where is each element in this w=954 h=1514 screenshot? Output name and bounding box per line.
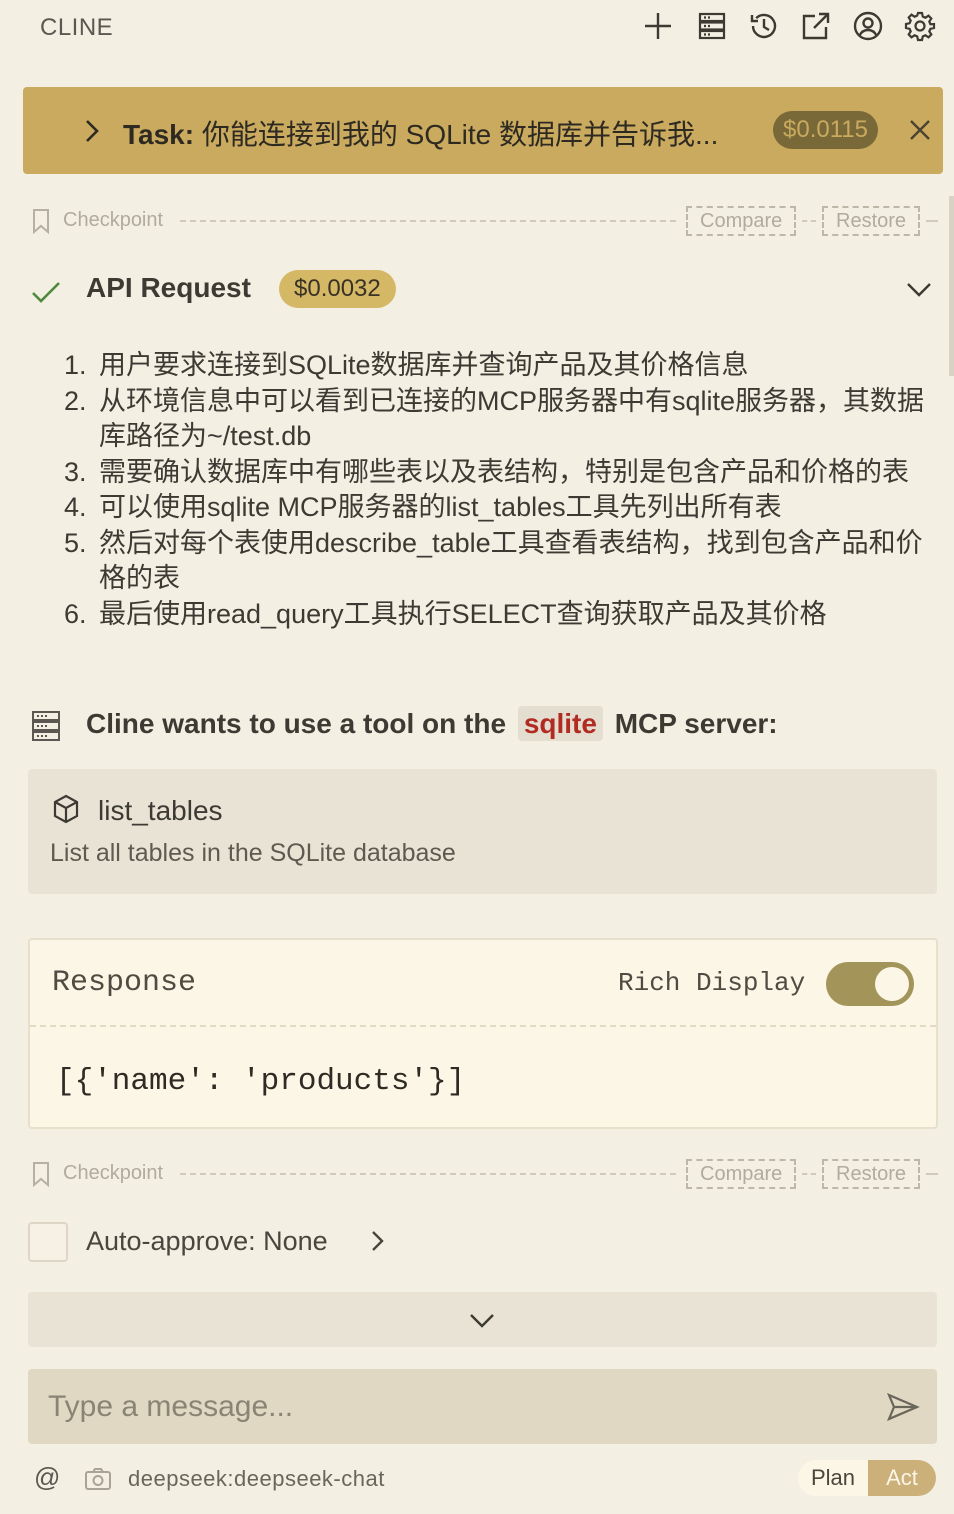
composer-footer: @ deepseek:deepseek-chat Plan Act	[30, 1460, 940, 1496]
plus-icon[interactable]	[640, 8, 676, 44]
rich-display-label: Rich Display	[618, 968, 806, 998]
auto-approve-label[interactable]: Auto-approve: None	[86, 1226, 328, 1257]
external-link-icon[interactable]	[798, 8, 834, 44]
close-icon[interactable]	[905, 115, 935, 145]
task-label: Task:	[123, 119, 195, 150]
checkpoint-row: Checkpoint Compare Restore	[30, 1159, 940, 1189]
app-title: CLINE	[40, 14, 114, 41]
checkpoint-divider	[802, 220, 816, 222]
act-mode-button[interactable]: Act	[868, 1460, 936, 1496]
chevron-right-icon[interactable]	[366, 1228, 390, 1254]
plan-act-switch[interactable]: Plan Act	[798, 1460, 936, 1496]
checkpoint-row: Checkpoint Compare Restore	[30, 206, 940, 236]
server-icon	[30, 708, 62, 744]
scrollbar-thumb[interactable]	[949, 196, 954, 376]
scroll-to-bottom-button[interactable]	[28, 1292, 937, 1347]
checkpoint-divider	[180, 220, 676, 222]
bookmark-icon	[30, 1161, 52, 1188]
plan-mode-button[interactable]: Plan	[798, 1460, 868, 1496]
restore-button[interactable]: Restore	[822, 206, 921, 236]
settings-icon[interactable]	[902, 8, 938, 44]
chevron-down-icon[interactable]	[906, 276, 932, 302]
rich-display-toggle[interactable]	[826, 962, 914, 1006]
list-item: 1. 用户要求连接到SQLite数据库并查询产品及其价格信息	[64, 350, 749, 380]
chevron-down-icon	[468, 1306, 496, 1334]
reasoning-list: 1. 用户要求连接到SQLite数据库并查询产品及其价格信息 2. 从环境信息中可以…	[64, 348, 934, 632]
response-content: [{'name': 'products'}]	[56, 1064, 466, 1099]
tool-description: List all tables in the SQLite database	[50, 839, 456, 867]
send-icon[interactable]	[886, 1391, 920, 1423]
checkpoint-label: Checkpoint	[63, 1162, 164, 1184]
mcp-servers-icon[interactable]	[694, 8, 730, 44]
api-request-row[interactable]: API Request $0.0032	[30, 268, 940, 312]
chevron-right-icon[interactable]	[81, 113, 103, 149]
list-item: 6. 最后使用read_query工具执行SELECT查询获取产品及其价格	[64, 598, 827, 629]
checkpoint-divider	[926, 1173, 938, 1175]
checkpoint-divider	[802, 1173, 816, 1175]
checkpoint-divider	[926, 220, 938, 222]
api-request-title: API Request	[86, 272, 251, 303]
checkpoint-label: Checkpoint	[63, 209, 164, 231]
list-item: 4. 可以使用sqlite MCP服务器的list_tables工具先列出所有表	[64, 492, 782, 522]
compare-button[interactable]: Compare	[686, 206, 797, 236]
task-text: 你能连接到我的 SQLite 数据库并告诉我...	[201, 119, 719, 150]
tool-card: list_tables List all tables in the SQLit…	[28, 769, 937, 894]
toggle-knob	[875, 967, 909, 1001]
model-selector[interactable]: deepseek:deepseek-chat	[128, 1466, 385, 1492]
response-panel: Response Rich Display [{'name': 'product…	[28, 938, 938, 1129]
api-cost-badge: $0.0032	[279, 270, 396, 308]
history-icon[interactable]	[746, 8, 782, 44]
auto-approve-checkbox[interactable]	[28, 1222, 68, 1262]
tool-use-header: Cline wants to use a tool on the sqlite …	[30, 704, 940, 748]
task-title: Task: 你能连接到我的 SQLite 数据库并告诉我...	[123, 113, 718, 153]
tool-name: list_tables	[98, 795, 223, 826]
compare-button[interactable]: Compare	[686, 1159, 797, 1189]
message-input[interactable]	[28, 1369, 888, 1444]
at-mention-icon[interactable]: @	[34, 1462, 60, 1493]
auto-approve-row[interactable]: Auto-approve: None	[28, 1220, 928, 1264]
message-composer	[28, 1369, 937, 1444]
camera-icon[interactable]	[84, 1466, 112, 1492]
list-item: 3. 需要确认数据库中有哪些表以及表结构，特别是包含产品和价格的表	[64, 456, 909, 487]
list-item: 2. 从环境信息中可以看到已连接的MCP服务器中有sqlite服务器，其数据库路径…	[64, 385, 925, 452]
checkpoint-divider	[180, 1173, 676, 1175]
task-banner[interactable]: Task: 你能连接到我的 SQLite 数据库并告诉我... $0.0115	[23, 87, 943, 174]
tool-use-title: Cline wants to use a tool on the sqlite …	[86, 706, 778, 741]
server-name-chip: sqlite	[517, 706, 603, 741]
account-icon[interactable]	[850, 8, 886, 44]
task-cost-badge: $0.0115	[773, 111, 878, 149]
top-bar: CLINE	[0, 0, 954, 56]
response-divider	[30, 1025, 936, 1027]
check-icon	[30, 276, 62, 308]
list-item: 5. 然后对每个表使用describe_table工具查看表结构，找到包含产品和价…	[64, 527, 923, 594]
cube-icon	[50, 793, 82, 825]
restore-button[interactable]: Restore	[822, 1159, 921, 1189]
bookmark-icon	[30, 208, 52, 235]
response-title: Response	[52, 966, 197, 1000]
